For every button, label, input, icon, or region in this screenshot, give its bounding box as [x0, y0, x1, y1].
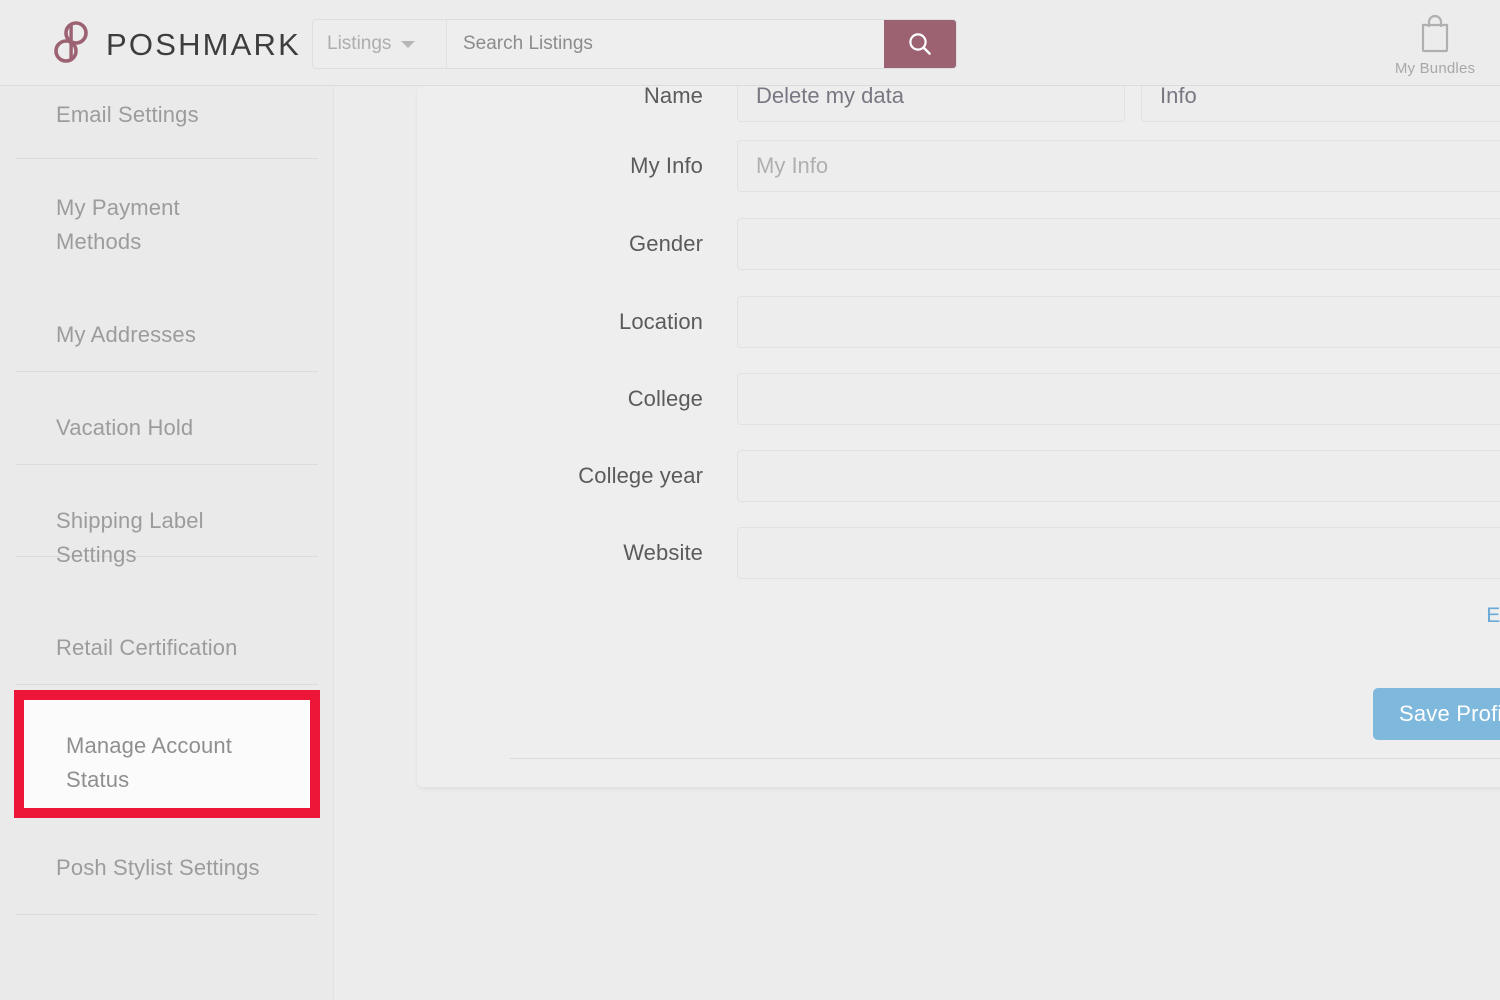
sidebar-item-retail-certification[interactable]: Retail Certification: [0, 630, 334, 666]
location-field[interactable]: [737, 296, 1500, 348]
top-header-bar: POSHMARK Listings My Bundles: [0, 0, 1500, 86]
poshmark-wordmark: POSHMARK: [106, 27, 302, 62]
field-label-location: Location: [619, 309, 703, 334]
sidebar-divider: [16, 684, 318, 685]
field-label-my-info: My Info: [630, 153, 703, 178]
poshmark-logo-icon: [54, 21, 88, 63]
field-label-gender: Gender: [629, 231, 703, 256]
sidebar-item-label: Email Settings: [56, 102, 199, 127]
profile-form-card: Name Delete my data Info My Info My Info…: [417, 70, 1500, 787]
my-bundles-label: My Bundles: [1394, 60, 1476, 77]
search-bar: Listings: [312, 19, 957, 69]
sidebar-divider: [16, 464, 318, 465]
form-row-gender: Gender: [417, 218, 1500, 270]
save-profile-button[interactable]: Save Profi: [1373, 688, 1500, 740]
sidebar-item-shipping-label-settings[interactable]: Shipping Label Settings: [0, 503, 334, 573]
sidebar-item-label: My Payment Methods: [56, 195, 180, 254]
settings-sidebar: Email Settings My Payment Methods My Add…: [0, 86, 334, 1000]
form-row-college: College: [417, 373, 1500, 425]
edit-profile-link-row: Edit My: [417, 604, 1500, 628]
sidebar-item-label: My Addresses: [56, 322, 196, 347]
form-row-website: Website: [417, 527, 1500, 579]
sidebar-item-manage-account-status[interactable]: Manage Account Status: [14, 690, 320, 818]
my-bundles-button[interactable]: My Bundles: [1380, 10, 1490, 77]
field-label-website: Website: [623, 540, 703, 565]
form-row-location: Location: [417, 296, 1500, 348]
sidebar-item-label: Posh Stylist Settings: [56, 855, 260, 880]
sidebar-item-label: Retail Certification: [56, 635, 238, 660]
gender-field[interactable]: [737, 218, 1500, 270]
my-info-field[interactable]: My Info: [737, 140, 1500, 192]
form-row-my-info: My Info My Info: [417, 140, 1500, 192]
card-divider: [510, 758, 1500, 759]
sidebar-item-posh-stylist-settings[interactable]: Posh Stylist Settings: [0, 850, 334, 886]
college-field[interactable]: [737, 373, 1500, 425]
search-input[interactable]: [447, 20, 884, 68]
sidebar-item-my-payment-methods[interactable]: My Payment Methods: [0, 190, 334, 260]
field-label-college: College: [627, 386, 703, 411]
search-submit-button[interactable]: [884, 20, 956, 68]
field-label-college-year: College year: [578, 463, 703, 488]
sidebar-divider: [16, 158, 318, 159]
form-row-college-year: College year: [417, 450, 1500, 502]
chevron-down-icon: [401, 40, 416, 48]
edit-my-profile-link[interactable]: Edit My: [1486, 604, 1500, 627]
sidebar-divider: [16, 371, 318, 372]
sidebar-item-vacation-hold[interactable]: Vacation Hold: [0, 410, 334, 446]
sidebar-item-label: Shipping Label Settings: [56, 508, 204, 567]
shopping-bag-icon: [1421, 14, 1449, 53]
sidebar-item-my-addresses[interactable]: My Addresses: [0, 317, 334, 353]
website-field[interactable]: [737, 527, 1500, 579]
search-icon: [909, 33, 931, 55]
poshmark-logo[interactable]: POSHMARK: [50, 18, 301, 68]
sidebar-item-email-settings[interactable]: Email Settings: [0, 97, 334, 133]
sidebar-item-label: Vacation Hold: [56, 415, 194, 440]
college-year-field[interactable]: [737, 450, 1500, 502]
field-label-name: Name: [643, 83, 703, 108]
sidebar-divider: [16, 914, 318, 915]
sidebar-item-label: Manage Account Status: [66, 733, 232, 792]
search-category-dropdown[interactable]: Listings: [313, 20, 447, 68]
search-category-label: Listings: [327, 33, 392, 54]
